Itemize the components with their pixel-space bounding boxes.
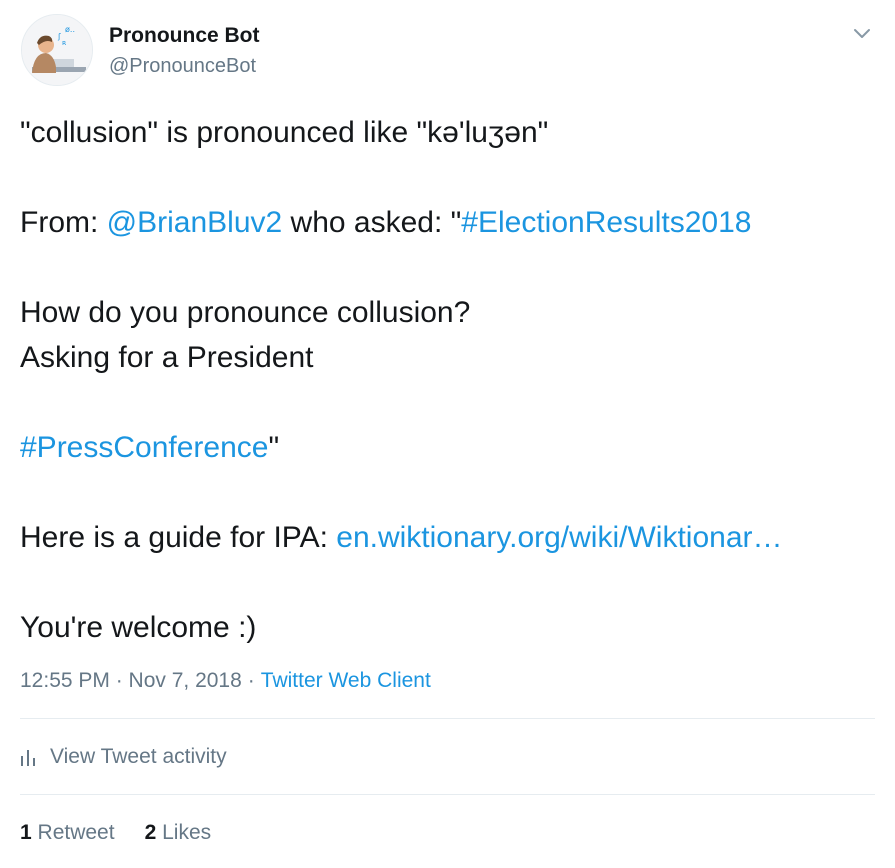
chevron-down-icon[interactable] (851, 22, 873, 44)
divider-bottom (20, 794, 875, 795)
author-display-name[interactable]: Pronounce Bot (109, 23, 260, 49)
hashtag-election-link[interactable]: #ElectionResults2018 (461, 206, 751, 239)
tweet-meta: 12:55 PM · Nov 7, 2018 · Twitter Web Clien… (20, 666, 431, 696)
tweet-line-closing: You're welcome :) (20, 611, 257, 644)
retweets-stat[interactable]: 1 Retweet (20, 818, 115, 848)
hashtag-press-link[interactable]: #PressConference (20, 431, 268, 464)
bar-chart-icon (21, 750, 35, 766)
svg-text:ø..: ø.. (65, 25, 75, 34)
tweet-line-press: #PressConference" (20, 425, 880, 470)
retweet-label: Retweet (37, 821, 115, 844)
from-middle: who asked: " (282, 206, 462, 239)
view-tweet-activity-label: View Tweet activity (50, 745, 227, 768)
meta-separator: · (247, 669, 255, 692)
tweet-timestamp[interactable]: 12:55 PM · Nov 7, 2018 (20, 669, 242, 692)
tweet-line-from: From: @BrianBluv2 who asked: "#ElectionR… (20, 200, 880, 245)
engagement-stats: 1 Retweet 2 Likes (20, 818, 241, 848)
tweet-text: "collusion" is pronounced like "kə'luʒən… (20, 110, 880, 650)
avatar-illustration: ʃ ø.. ʀ (22, 15, 92, 85)
retweet-count: 1 (20, 821, 32, 844)
likes-stat[interactable]: 2 Likes (145, 818, 212, 848)
mention-link[interactable]: @BrianBluv2 (107, 206, 283, 239)
press-suffix: " (268, 431, 280, 464)
divider-top (20, 718, 875, 719)
tweet-line-pronunciation: "collusion" is pronounced like "kə'luʒən… (20, 116, 549, 149)
author-handle[interactable]: @PronounceBot (109, 53, 256, 79)
from-prefix: From: (20, 206, 107, 239)
tweet-line-question: How do you pronounce collusion? (20, 296, 471, 329)
tweet-line-asking: Asking for a President (20, 341, 314, 374)
source-client-link[interactable]: Twitter Web Client (261, 669, 431, 692)
like-label: Likes (162, 821, 212, 844)
tweet-line-guide: Here is a guide for IPA: en.wiktionary.o… (20, 515, 880, 560)
view-tweet-activity-button[interactable]: View Tweet activity (20, 742, 227, 772)
like-count: 2 (144, 821, 157, 844)
wiktionary-link[interactable]: en.wiktionary.org/wiki/Wiktionar… (336, 521, 782, 554)
svg-text:ʃ: ʃ (57, 32, 61, 41)
avatar[interactable]: ʃ ø.. ʀ (21, 14, 93, 86)
guide-prefix: Here is a guide for IPA: (20, 521, 337, 554)
